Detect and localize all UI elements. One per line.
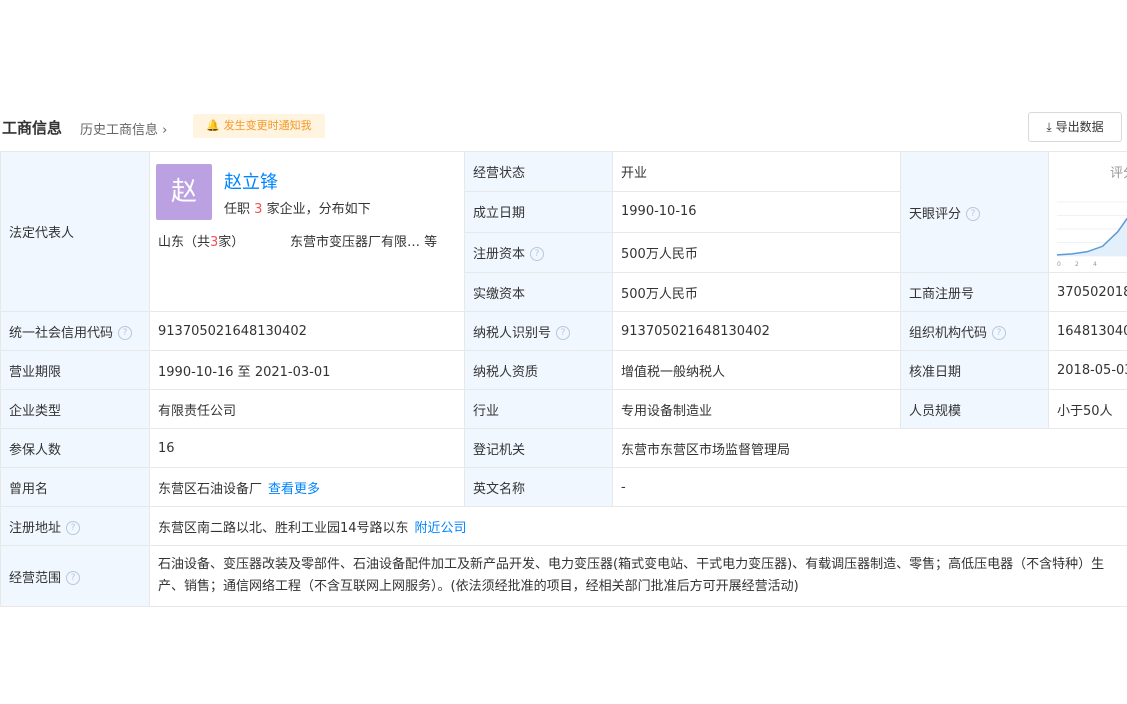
credit-value: 913705021648130402 <box>149 311 465 351</box>
approve-value: 2018-05-03 <box>1048 350 1127 390</box>
former-value: 东营区石油设备厂 <box>158 481 263 497</box>
type-value: 有限责任公司 <box>149 389 465 429</box>
term-label: 营业期限 <box>0 350 150 390</box>
notify-button[interactable]: 🔔 发生变更时通知我 <box>193 114 325 138</box>
chart-tick-label: 4 <box>1093 261 1097 268</box>
score-cell: 评分 0 2 4 <box>1048 151 1127 273</box>
score-label: 评分 <box>1109 166 1127 181</box>
avatar[interactable]: 赵 <box>156 164 212 220</box>
help-icon[interactable]: ? <box>66 521 81 535</box>
insured-value: 16 <box>149 428 465 468</box>
former-label: 曾用名 <box>0 467 150 507</box>
regcap-label-cell: 注册资本? <box>464 231 613 274</box>
help-icon[interactable]: ? <box>118 326 133 340</box>
chart-tick-label: 0 <box>1057 261 1061 268</box>
tianyan-label-cell: 天眼评分? <box>900 151 1049 273</box>
legal-rep-name[interactable]: 赵立锋 <box>224 168 278 194</box>
scope-value: 石油设备、变压器改装及零部件、石油设备配件加工及新产品开发、电力变压器(箱式变电… <box>149 545 1127 607</box>
legal-rep-cell: 赵 赵立锋 任职 3 家企业，分布如下 山东（共3家） 东营市变压器厂有限… 等 <box>149 151 465 312</box>
help-icon[interactable]: ? <box>530 247 545 262</box>
help-icon[interactable]: ? <box>992 326 1007 340</box>
taxid-label: 纳税人识别号 <box>473 325 552 341</box>
legal-rep-province: 山东（共3家） <box>158 235 245 250</box>
approve-label: 核准日期 <box>900 350 1049 390</box>
org-value: 164813040 <box>1048 311 1127 351</box>
insured-label: 参保人数 <box>0 428 150 468</box>
export-button[interactable]: ⤓ 导出数据 <box>1028 112 1122 142</box>
help-icon[interactable]: ? <box>66 571 81 585</box>
nearby-link[interactable]: 附近公司 <box>415 521 467 536</box>
paidcap-value: 500万人民币 <box>612 272 901 312</box>
scope-label: 经营范围 <box>9 570 62 586</box>
taxqual-label: 纳税人资质 <box>464 350 613 390</box>
taxid-label-cell: 纳税人识别号? <box>464 311 613 351</box>
en-label: 英文名称 <box>464 467 613 507</box>
org-label-cell: 组织机构代码? <box>900 311 1049 351</box>
legal-rep-company[interactable]: 东营市变压器厂有限… 等 <box>290 231 458 250</box>
business-info-table: 法定代表人 赵 赵立锋 任职 3 家企业，分布如下 山东（共3家） 东营市变压器… <box>0 150 1127 607</box>
found-label: 成立日期 <box>464 191 613 233</box>
status-value: 开业 <box>612 150 901 193</box>
found-value: 1990-10-16 <box>612 191 901 233</box>
staff-value: 小于50人 <box>1048 389 1127 429</box>
export-button-label: 导出数据 <box>1055 120 1104 134</box>
regno-value: 370502018 <box>1048 272 1127 312</box>
download-icon: ⤓ <box>1046 120 1052 134</box>
type-label: 企业类型 <box>0 389 150 429</box>
paidcap-label: 实缴资本 <box>464 272 613 312</box>
scope-label-cell: 经营范围? <box>0 545 150 607</box>
chart-tick-label: 2 <box>1075 261 1079 268</box>
regno-label: 工商注册号 <box>900 272 1049 312</box>
former-more-link[interactable]: 查看更多 <box>268 482 320 497</box>
help-icon[interactable]: ? <box>966 207 981 221</box>
history-link[interactable]: 历史工商信息 › <box>80 119 167 138</box>
credit-label: 统一社会信用代码 <box>9 325 114 341</box>
credit-label-cell: 统一社会信用代码? <box>0 311 150 351</box>
industry-value: 专用设备制造业 <box>612 389 901 429</box>
addr-cell: 东营区南二路以北、胜利工业园14号路以东 附近公司 <box>149 506 1127 546</box>
taxid-value: 913705021648130402 <box>612 311 901 351</box>
term-value: 1990-10-16 至 2021-03-01 <box>149 350 465 390</box>
bell-icon: 🔔 <box>206 119 221 132</box>
notify-button-label: 发生变更时通知我 <box>223 119 312 132</box>
help-icon[interactable]: ? <box>556 326 571 340</box>
status-label: 经营状态 <box>464 150 613 193</box>
authority-value: 东营市东营区市场监督管理局 <box>612 428 1127 468</box>
regcap-label: 注册资本 <box>473 246 526 262</box>
chevron-right-icon: › <box>162 123 168 138</box>
org-label: 组织机构代码 <box>909 325 988 341</box>
former-cell: 东营区石油设备厂 查看更多 <box>149 467 465 507</box>
history-link-label: 历史工商信息 <box>80 123 159 138</box>
staff-label: 人员规模 <box>900 389 1049 429</box>
addr-label: 注册地址 <box>9 520 62 536</box>
legal-rep-label: 法定代表人 <box>0 151 150 312</box>
industry-label: 行业 <box>464 389 613 429</box>
legal-rep-desc: 任职 3 家企业，分布如下 <box>224 202 371 217</box>
taxqual-value: 增值税一般纳税人 <box>612 350 901 390</box>
en-value: - <box>612 467 1127 507</box>
section-header: 工商信息 历史工商信息 › 🔔 发生变更时通知我 ⤓ 导出数据 <box>0 112 1127 142</box>
regcap-value: 500万人民币 <box>612 231 901 274</box>
section-title: 工商信息 <box>2 119 63 137</box>
addr-label-cell: 注册地址? <box>0 506 150 546</box>
tianyan-label: 天眼评分 <box>909 206 962 222</box>
authority-label: 登记机关 <box>464 428 613 468</box>
addr-value: 东营区南二路以北、胜利工业园14号路以东 <box>158 520 409 536</box>
